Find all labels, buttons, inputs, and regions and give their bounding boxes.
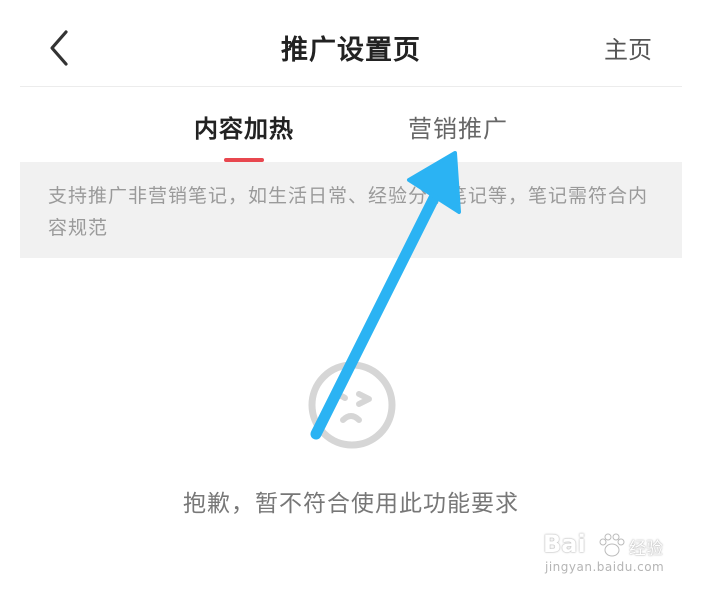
page-title: 推广设置页 [281,35,421,66]
watermark-brand-cn: 经验 [629,539,663,559]
header-bar: 推广设置页 主页 [20,0,682,87]
home-link[interactable]: 主页 [604,30,652,65]
tab-marketing-promotion[interactable]: 营销推广 [408,109,508,144]
paw-icon [599,533,625,557]
watermark-brand: Bai [543,530,586,558]
empty-state: 抱歉，暂不符合使用此功能要求 [20,258,682,558]
screen: 推广设置页 主页 内容加热 营销推广 支持推广非营销笔记，如生活日常、经验分享笔… [0,0,708,608]
watermark-url: jingyan.baidu.com [545,560,665,574]
notice-text: 支持推广非营销笔记，如生活日常、经验分享笔记等，笔记需符合内容规范 [48,185,649,239]
baidu-jingyan-watermark: Bai 经验 jingyan.baidu.com [543,530,668,580]
back-button[interactable] [42,26,78,70]
sad-face-icon [308,361,396,449]
tab-content-boost[interactable]: 内容加热 [194,109,294,144]
chevron-left-icon [50,30,68,66]
notice-banner: 支持推广非营销笔记，如生活日常、经验分享笔记等，笔记需符合内容规范 [20,162,682,258]
empty-state-message: 抱歉，暂不符合使用此功能要求 [183,491,519,517]
tab-bar: 内容加热 营销推广 [20,87,682,162]
